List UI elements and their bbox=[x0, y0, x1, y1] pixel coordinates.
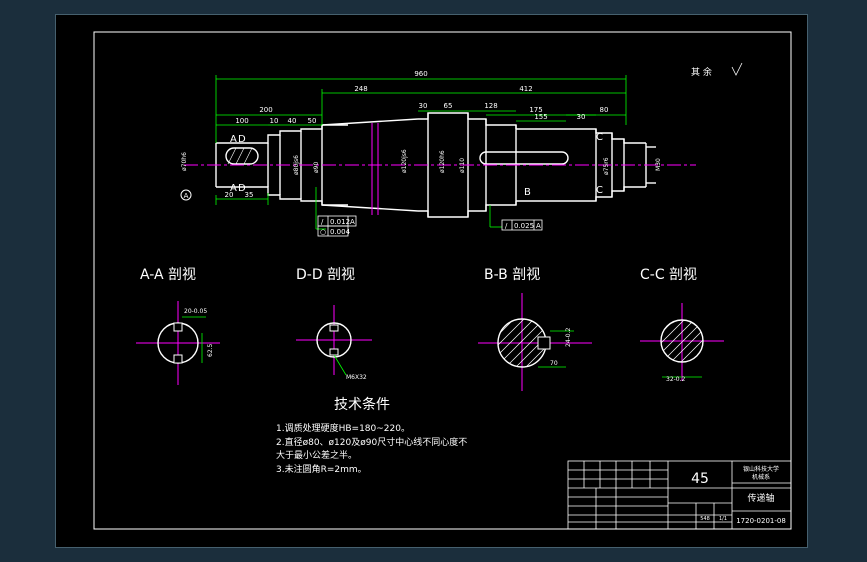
dim-b2: 65 bbox=[444, 102, 453, 110]
drawing-canvas: 960 200 100 10 40 50 248 30 65 128 412 1… bbox=[93, 31, 792, 530]
dim-a1: 100 bbox=[235, 117, 248, 125]
tol3-ref: A bbox=[536, 222, 541, 230]
section-dd-title: D-D 剖视 bbox=[296, 267, 355, 283]
tech-title: 技术条件 bbox=[334, 396, 390, 413]
dia-d4: ø120js6 bbox=[401, 149, 408, 173]
section-aa-dims: 20-0.05 62.5 bbox=[184, 308, 214, 357]
tb-school2: 机械系 bbox=[752, 473, 770, 481]
tb-school: 银山科技大学 bbox=[743, 465, 779, 473]
roughness-note: 其 余 bbox=[691, 66, 712, 78]
marker-d-top: D bbox=[238, 134, 246, 145]
tol3-symbol: / bbox=[505, 222, 508, 230]
diameter-labels: ø70h6 ø80js6 ø90 ø120js6 ø120h6 ø110 ø75… bbox=[181, 149, 662, 175]
dia-d2: ø80js6 bbox=[293, 155, 300, 175]
dim-left-seg: 200 bbox=[259, 106, 272, 114]
title-block-text: 45 银山科技大学 机械系 传递轴 1720-0201-08 548 1/1 bbox=[691, 465, 786, 525]
tb-drawing-no: 1720-0201-08 bbox=[736, 517, 786, 525]
cad-viewport[interactable]: 960 200 100 10 40 50 248 30 65 128 412 1… bbox=[55, 14, 808, 548]
tol2-symbol: ○ bbox=[320, 228, 326, 236]
section-titles: A-A 剖视 D-D 剖视 B-B 剖视 C-C 剖视 bbox=[140, 267, 697, 283]
marker-d-bot: D bbox=[238, 183, 246, 194]
dia-d6: ø110 bbox=[459, 158, 466, 173]
dim-a4: 50 bbox=[308, 117, 317, 125]
dim-b1: 30 bbox=[419, 102, 428, 110]
section-cc bbox=[640, 303, 724, 381]
cc-dim: 32-0.2 bbox=[666, 376, 686, 383]
shaft-hatching bbox=[227, 147, 253, 165]
tech-notes: 1.调质处理硬度HB=180~220。 2.直径ø80、ø120及ø90尺寸中心… bbox=[276, 422, 467, 475]
dia-d8: M30 bbox=[655, 158, 662, 171]
section-bb bbox=[478, 293, 592, 391]
section-bb-title: B-B 剖视 bbox=[484, 267, 540, 283]
dim-right: 412 bbox=[519, 85, 532, 93]
tb-count: 548 bbox=[700, 516, 710, 522]
dia-d7: ø75r6 bbox=[603, 157, 610, 175]
roughness-icon bbox=[731, 62, 743, 76]
datum-label: A bbox=[184, 192, 189, 200]
tb-part-name: 传递轴 bbox=[747, 492, 774, 504]
aa-depth: 62.5 bbox=[207, 343, 214, 357]
marker-c-bot: C bbox=[596, 185, 603, 196]
marker-a-top: A bbox=[230, 134, 237, 145]
section-aa bbox=[136, 301, 220, 385]
dim-c4: 80 bbox=[600, 106, 609, 114]
marker-b: B bbox=[524, 187, 531, 198]
tolerance-text-2: / 0.025 A bbox=[505, 222, 541, 230]
marker-c-top: C bbox=[596, 132, 603, 143]
dim-a2: 10 bbox=[270, 117, 279, 125]
tech-line-4: 3.未注圆角R=2mm。 bbox=[276, 463, 367, 475]
dim-b3: 128 bbox=[484, 102, 497, 110]
section-bb-dims: 24-0.2 70 bbox=[550, 327, 572, 367]
tb-sheet: 1/1 bbox=[719, 516, 727, 522]
dd-thread: M6X32 bbox=[346, 374, 367, 381]
bb-depth: 24-0.2 bbox=[565, 327, 572, 347]
tol1-symbol: / bbox=[321, 218, 324, 226]
dia-d5: ø120h6 bbox=[439, 150, 446, 173]
marker-a-bot: A bbox=[230, 183, 237, 194]
dim-mid: 248 bbox=[354, 85, 367, 93]
dim-a3: 40 bbox=[288, 117, 297, 125]
tol2-value: 0.004 bbox=[330, 228, 351, 236]
dia-d3: ø90 bbox=[313, 162, 320, 173]
tolerance-text-1: / 0.012 A ○ 0.004 bbox=[320, 218, 355, 236]
tol1-ref: A bbox=[350, 218, 355, 226]
dim-d35: 35 bbox=[245, 191, 254, 199]
dimension-labels: 960 200 100 10 40 50 248 30 65 128 412 1… bbox=[225, 70, 609, 199]
tol1-value: 0.012 bbox=[330, 218, 350, 226]
tech-line-1: 1.调质处理硬度HB=180~220。 bbox=[276, 422, 410, 434]
dim-c3: 30 bbox=[577, 113, 586, 121]
bb-width: 70 bbox=[550, 360, 558, 367]
dim-overall: 960 bbox=[414, 70, 427, 78]
tb-material: 45 bbox=[691, 471, 709, 487]
tol3-value: 0.025 bbox=[514, 222, 534, 230]
tech-line-3: 大于最小公差之半。 bbox=[276, 449, 357, 461]
tech-line-2: 2.直径ø80、ø120及ø90尺寸中心线不同心度不 bbox=[276, 436, 467, 448]
section-dd bbox=[296, 305, 372, 376]
section-cc-title: C-C 剖视 bbox=[640, 267, 697, 283]
dia-d1: ø70h6 bbox=[181, 152, 188, 171]
dim-c2: 155 bbox=[534, 113, 547, 121]
section-aa-title: A-A 剖视 bbox=[140, 267, 196, 283]
aa-width: 20-0.05 bbox=[184, 308, 207, 315]
